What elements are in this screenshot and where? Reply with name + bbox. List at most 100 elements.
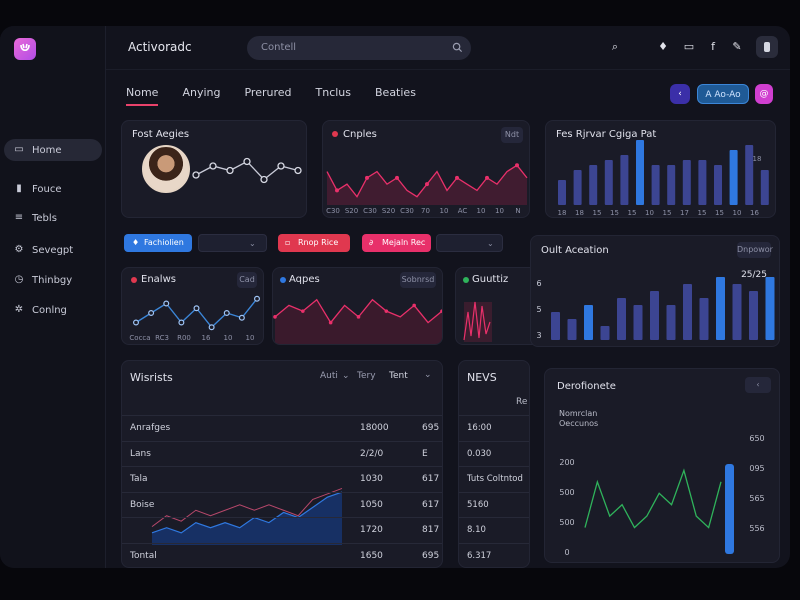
news-item[interactable]: 0.030 — [459, 440, 529, 466]
x-tick-label: S20 — [345, 207, 358, 215]
tab-beaties[interactable]: Beaties — [375, 86, 416, 106]
y-tick-label: 0 — [564, 548, 569, 557]
bar — [729, 150, 738, 205]
data-point — [425, 182, 429, 187]
x-tick-label: C30 — [363, 207, 377, 215]
news-item[interactable]: 6.317 — [459, 542, 529, 568]
table-cell-v1: 1050 — [360, 499, 383, 510]
bar — [667, 165, 676, 205]
news-item-text: Tuts Coltntod — [467, 474, 523, 484]
bar — [765, 277, 775, 340]
news-item[interactable]: 8.10 — [459, 517, 529, 542]
chevron-down-icon[interactable]: ⌄ — [424, 370, 432, 380]
col-header-auti[interactable]: Auti — [320, 371, 338, 381]
sidebar-item-conlng[interactable]: ✲ Conlng — [4, 299, 102, 321]
data-point — [301, 309, 305, 313]
bar — [650, 291, 659, 340]
chip-dropdown-2[interactable]: ⌄ — [436, 234, 503, 252]
chevron-down-icon: ⌄ — [249, 239, 256, 248]
x-tick-label: 18 — [575, 209, 584, 217]
col-header-tent[interactable]: Tent — [389, 371, 408, 381]
zoom-search-icon[interactable]: ⌕ — [608, 40, 622, 54]
x-tick-label: 16 — [202, 334, 211, 342]
sidebar-item-label: Thinbgy — [32, 274, 73, 286]
table-cell-name: Lans — [130, 448, 151, 459]
search-input[interactable]: Contell — [247, 36, 471, 60]
chip-rnop-rice[interactable]: ▫ Rnop Rice — [278, 234, 350, 252]
sidebar-item-sevegpt[interactable]: ⚙ Sevegpt — [4, 239, 102, 261]
bar — [573, 170, 582, 205]
x-tick-label: C30 — [326, 207, 340, 215]
x-tick-label: 10 — [477, 207, 486, 215]
y-tick-label-right: 650 — [749, 434, 764, 443]
x-tick-label: N — [515, 207, 520, 215]
twitter-icon[interactable]: ♦ — [656, 40, 670, 54]
table-row[interactable]: Boise 1050 617 — [122, 491, 442, 517]
facebook-icon[interactable]: f — [706, 40, 720, 54]
chip-fachiolien[interactable]: ♦ Fachiolien — [124, 234, 192, 252]
data-point — [208, 324, 215, 331]
tools-icon[interactable]: ✎ — [730, 40, 744, 54]
data-point — [243, 157, 251, 166]
fab-button[interactable]: A Ao-Ao — [697, 84, 749, 104]
back-button[interactable]: ‹ — [670, 84, 690, 104]
data-point — [148, 309, 155, 316]
tab-nome[interactable]: Nome — [126, 86, 159, 106]
y-tick-label: 200 — [559, 458, 574, 467]
bar — [567, 319, 577, 340]
x-tick-label: S20 — [382, 207, 395, 215]
search-icon[interactable] — [452, 42, 463, 53]
mini-bar — [464, 302, 492, 342]
sidebar-item-tebls[interactable]: ≡ Tebls — [4, 207, 102, 229]
table-cell-name: Boise — [130, 499, 155, 510]
home-icon: ▭ — [14, 144, 24, 155]
search-placeholder: Contell — [261, 42, 297, 53]
tab-tnclus[interactable]: Tnclus — [316, 86, 352, 106]
tab-anying[interactable]: Anying — [182, 86, 220, 106]
tab-prerured[interactable]: Prerured — [244, 86, 291, 106]
bar — [666, 305, 676, 340]
user-avatar[interactable] — [756, 36, 778, 58]
table-row[interactable]: Tontal 1650 695 — [122, 542, 442, 568]
data-point — [294, 166, 302, 175]
list-icon: ▫ — [285, 238, 291, 247]
chip-dropdown-1[interactable]: ⌄ — [198, 234, 267, 252]
data-point — [273, 315, 277, 319]
data-point — [163, 300, 170, 307]
data-point — [356, 315, 361, 319]
window-icon[interactable]: ▭ — [682, 40, 696, 54]
y-tick-label: 6 — [536, 279, 541, 288]
data-point — [455, 175, 459, 180]
sidebar-item-fouce[interactable]: ▮ Fouce — [4, 178, 102, 200]
chip-mejaln-rec[interactable]: ∂ Mejaln Rec — [362, 234, 431, 252]
table-row[interactable]: 1720 817 — [122, 517, 442, 542]
sidebar-item-thinbgy[interactable]: ◷ Thinbgy — [4, 269, 102, 291]
table-cell-v2: 695 — [422, 423, 440, 433]
news-item[interactable]: 16:00 — [459, 415, 529, 440]
profile-button[interactable]: @ — [755, 84, 773, 104]
bar-top-chart: 18 18 15 15 15 10 15 17 15 15 10 16 18 — [558, 140, 769, 217]
chevron-down-icon[interactable]: ⌄ — [342, 371, 350, 381]
aqpes-area-chart — [273, 298, 442, 344]
profile-card: Fost Aegies — [121, 120, 307, 218]
news-item[interactable]: 5160 — [459, 491, 529, 517]
table-cell-v2: 695 — [422, 550, 440, 561]
app-title: Activoradc — [128, 40, 192, 54]
col-header-tery[interactable]: Tery — [357, 371, 376, 381]
table-cell-v1: 18000 — [360, 423, 389, 433]
sidebar-item-home[interactable]: ▭ Home — [4, 139, 102, 161]
table-row[interactable]: Tala 1030 617 — [122, 466, 442, 491]
table-row[interactable]: Lans 2/2/0 E — [122, 440, 442, 466]
bar — [584, 305, 593, 340]
x-tick-label: 15 — [610, 209, 619, 217]
book-icon: ▮ — [16, 183, 22, 194]
news-item-text: 6.317 — [467, 550, 492, 561]
avatar[interactable] — [142, 145, 190, 193]
aqpes-card: Aqpes Sobnrsd — [272, 267, 443, 345]
x-tick-label: 15 — [593, 209, 602, 217]
x-tick-label: 17 — [680, 209, 689, 217]
app-logo[interactable] — [14, 38, 36, 60]
x-tick-label: 15 — [628, 209, 637, 217]
table-row[interactable]: Anrafges 18000 695 — [122, 415, 442, 440]
news-item[interactable]: Tuts Coltntod — [459, 466, 529, 491]
